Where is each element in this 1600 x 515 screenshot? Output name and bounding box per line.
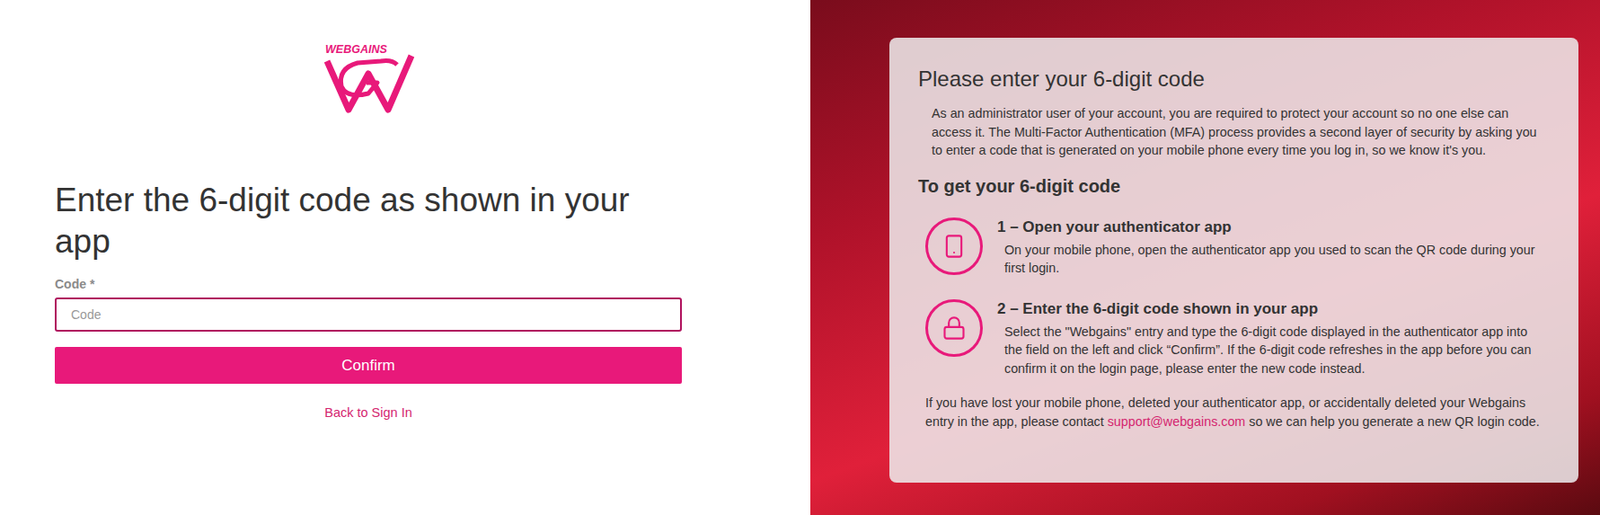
logo-mark-icon: [327, 55, 412, 110]
code-label: Code *: [54, 276, 682, 292]
help-card: Please enter your 6-digit code As an admi…: [889, 37, 1579, 483]
step-title: 2 – Enter the 6-digit code shown in your…: [997, 299, 1544, 319]
lock-icon: [925, 299, 983, 357]
confirm-button[interactable]: Confirm: [54, 346, 682, 384]
step-item: 2 – Enter the 6-digit code shown in your…: [925, 299, 1544, 379]
step-text: Select the "Webgains" entry and type the…: [1004, 322, 1544, 379]
background-photo: Please enter your 6-digit code As an admi…: [810, 0, 1600, 515]
step-item: 1 – Open your authenticator appOn your m…: [925, 217, 1544, 278]
help-title: Please enter your 6-digit code: [918, 62, 1544, 96]
webgains-logo: WEBGAINS: [321, 43, 416, 115]
step-list: 1 – Open your authenticator appOn your m…: [918, 217, 1544, 379]
back-to-sign-in-link[interactable]: Back to Sign In: [324, 405, 413, 420]
logo-text: WEBGAINS: [325, 43, 388, 56]
login-panel: WEBGAINS Enter the 6-digit code as shown …: [0, 0, 811, 515]
help-subtitle: To get your 6-digit code: [918, 173, 1544, 199]
help-intro: As an administrator user of your account…: [931, 104, 1544, 160]
step-title: 1 – Open your authenticator app: [997, 217, 1544, 238]
form-heading: Enter the 6-digit code as shown in your …: [54, 179, 682, 263]
phone-icon: [925, 217, 983, 275]
step-text: On your mobile phone, open the authentic…: [1004, 240, 1544, 278]
support-email-link[interactable]: support@webgains.com: [1107, 414, 1247, 429]
code-input[interactable]: [54, 297, 682, 332]
mfa-page: WEBGAINS Enter the 6-digit code as shown …: [0, 0, 1600, 515]
help-footer: If you have lost your mobile phone, dele…: [925, 393, 1544, 431]
